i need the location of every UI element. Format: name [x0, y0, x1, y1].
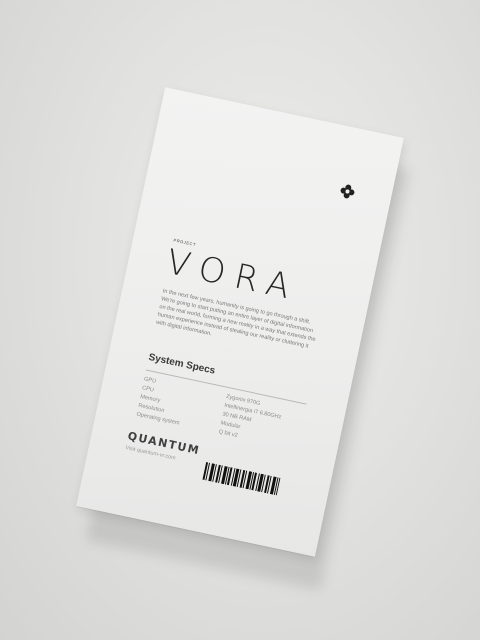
spec-labels: GPU CPU Memory Resolution Operating syst… [135, 375, 187, 428]
flower-logo-icon [340, 184, 355, 199]
spec-values: Zygonix 970G Intellinergia i7 6.80GHz 30… [218, 393, 284, 449]
product-card: PROJECT VORA In the next few years, huma… [76, 87, 404, 557]
photo-scene: PROJECT VORA In the next few years, huma… [0, 0, 480, 640]
barcode-icon [202, 462, 281, 496]
